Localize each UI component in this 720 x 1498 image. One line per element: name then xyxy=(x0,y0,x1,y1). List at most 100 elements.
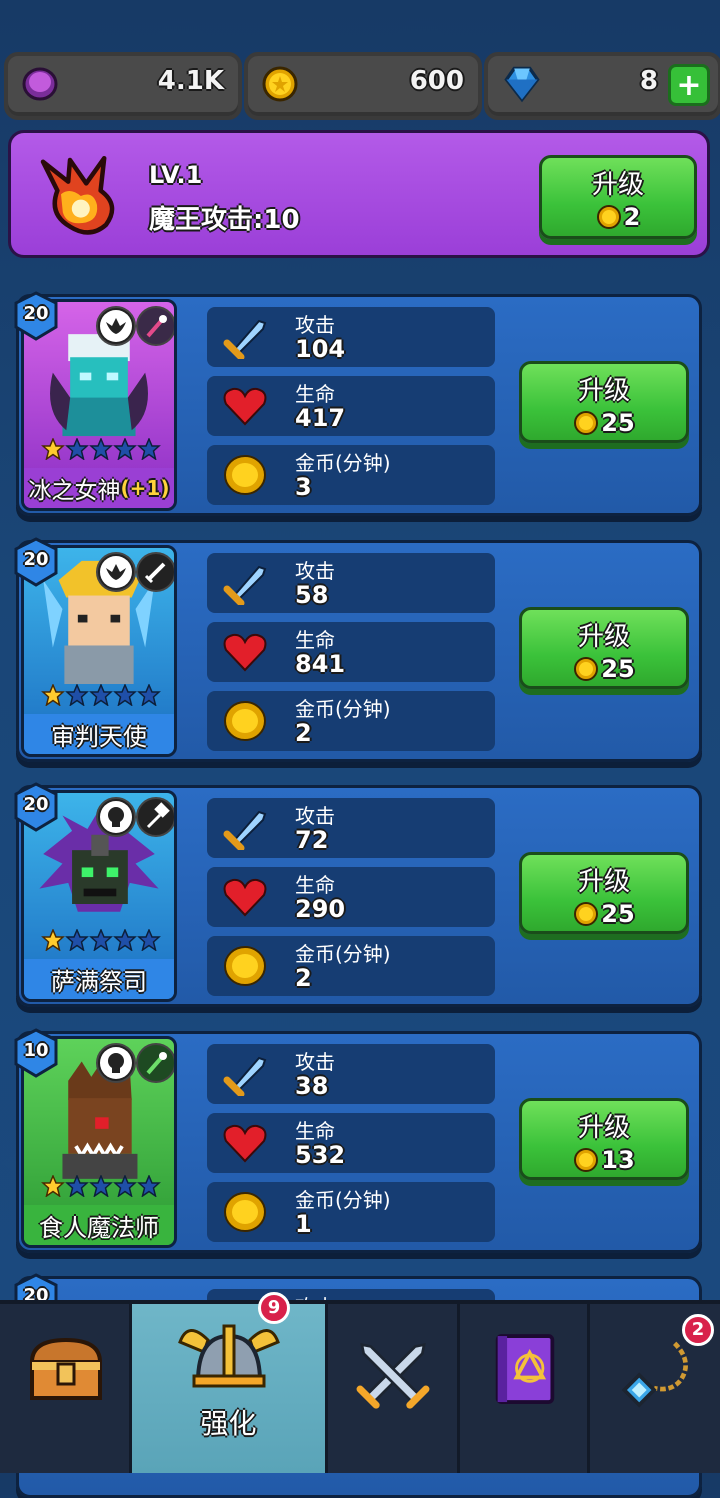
star-filled-icon xyxy=(41,929,65,951)
bottom-navigation: 强化 9 2 xyxy=(0,1292,720,1473)
gold-coin-icon xyxy=(262,66,298,102)
star-icons xyxy=(41,929,161,951)
hp-stat: 生命 417 xyxy=(207,376,495,436)
star-rating xyxy=(40,1175,164,1197)
notification-badge: 9 xyxy=(258,1292,290,1324)
star-empty-icon xyxy=(113,929,137,951)
add-gems-button[interactable]: + xyxy=(668,64,710,106)
star-filled-icon xyxy=(41,1175,65,1197)
star-icons xyxy=(41,438,161,460)
gem-value: 8 xyxy=(639,66,658,96)
gold-currency-display: 600 xyxy=(244,52,482,120)
star-empty-icon xyxy=(89,929,113,951)
hero-name-bonus: (+1) xyxy=(120,476,170,500)
sword-icon xyxy=(223,1056,267,1096)
star-empty-icon xyxy=(89,1175,113,1197)
star-empty-icon xyxy=(137,438,161,460)
star-empty-icon xyxy=(137,1175,161,1197)
star-filled-icon xyxy=(41,684,65,706)
boss-attack: 魔王攻击:10 xyxy=(149,205,300,235)
hero-upgrade-button[interactable]: 升级 25 xyxy=(519,361,689,443)
attack-stat: 攻击 38 xyxy=(207,1044,495,1104)
tab-battle[interactable] xyxy=(328,1304,460,1473)
purple-coin-value: 4.1K xyxy=(157,66,224,96)
heart-icon xyxy=(223,878,267,917)
star-empty-icon xyxy=(65,1175,89,1197)
hero-name-bar: 食人魔法师 xyxy=(24,1205,174,1245)
skull-class-icon xyxy=(96,1043,136,1083)
star-empty-icon xyxy=(65,684,89,706)
staff-weapon-icon xyxy=(136,306,174,346)
star-icons xyxy=(41,1175,161,1197)
hero-level-badge: 20 xyxy=(13,291,59,341)
star-rating xyxy=(40,438,164,460)
star-empty-icon xyxy=(137,929,161,951)
purple-coin-icon xyxy=(22,67,58,101)
boss-level: LV.1 xyxy=(149,161,203,189)
crossed-swords-icon xyxy=(356,1342,430,1409)
diamond-icon xyxy=(504,66,540,103)
star-empty-icon xyxy=(113,684,137,706)
hero-level-badge: 10 xyxy=(13,1028,59,1078)
star-empty-icon xyxy=(113,438,137,460)
skull-class-icon xyxy=(96,797,136,837)
tab-treasure[interactable] xyxy=(0,1304,132,1473)
gold-rate-stat: 金币(分钟) 1 xyxy=(207,1182,495,1242)
tab-spellbook[interactable] xyxy=(460,1304,590,1473)
sword-icon xyxy=(223,810,267,850)
gold-rate-stat: 金币(分钟) 2 xyxy=(207,691,495,751)
hero-upgrade-button[interactable]: 升级 13 xyxy=(519,1098,689,1180)
tab-upgrade[interactable]: 强化 9 xyxy=(132,1292,328,1473)
hero-level-badge: 20 xyxy=(13,782,59,832)
attack-stat: 攻击 58 xyxy=(207,553,495,613)
viking-helmet-icon xyxy=(178,1324,280,1388)
gold-coin-icon xyxy=(224,455,266,495)
attack-stat: 攻击 104 xyxy=(207,307,495,367)
gold-rate-stat: 金币(分钟) 3 xyxy=(207,445,495,505)
spell-book-icon xyxy=(495,1334,555,1404)
star-icons xyxy=(41,684,161,706)
star-empty-icon xyxy=(89,438,113,460)
hero-name-bar: 萨满祭司 xyxy=(24,959,174,999)
sword-icon xyxy=(223,319,267,359)
hero-name: 食人魔法师 xyxy=(39,1213,159,1242)
hp-stat: 生命 841 xyxy=(207,622,495,682)
star-rating xyxy=(40,929,164,951)
star-empty-icon xyxy=(113,1175,137,1197)
star-empty-icon xyxy=(65,929,89,951)
heart-icon xyxy=(223,387,267,426)
gold-coin-icon xyxy=(224,1192,266,1232)
gem-currency-display: 8 + xyxy=(484,52,720,120)
sword-icon xyxy=(223,565,267,605)
gold-coin-icon xyxy=(224,701,266,741)
boss-attack-banner: LV.1 魔王攻击:10 升级 2 xyxy=(8,130,710,258)
staff-weapon-icon xyxy=(136,1043,174,1083)
gold-coin-icon xyxy=(574,1148,599,1172)
gold-coin-icon xyxy=(574,657,599,681)
star-filled-icon xyxy=(41,438,65,460)
hero-name-bar: 冰之女神 (+1) xyxy=(24,468,174,508)
hero-name: 萨满祭司 xyxy=(51,967,147,996)
star-rating xyxy=(40,684,164,706)
heart-icon xyxy=(223,633,267,672)
attack-stat: 攻击 72 xyxy=(207,798,495,858)
hero-upgrade-button[interactable]: 升级 25 xyxy=(519,607,689,689)
hero-card: 食人魔法师 10 攻击 38 生命 532 金币(分钟) 1 升级 13 xyxy=(13,1028,702,1253)
upgrade-label: 升级 xyxy=(591,170,644,200)
tab-label: 强化 xyxy=(200,1407,257,1440)
star-empty-icon xyxy=(137,684,161,706)
tab-amulet[interactable]: 2 xyxy=(590,1304,720,1473)
gold-coin-value: 600 xyxy=(409,66,464,96)
purple-currency-display: 4.1K xyxy=(4,52,242,120)
hero-card: 冰之女神 (+1) 20 攻击 104 生命 417 金币(分钟) 3 升级 2… xyxy=(13,291,702,516)
hero-upgrade-button[interactable]: 升级 25 xyxy=(519,852,689,934)
hero-card: 萨满祭司 20 攻击 72 生命 290 金币(分钟) 2 升级 25 xyxy=(13,782,702,1007)
hero-name: 审判天使 xyxy=(51,722,147,751)
gold-rate-stat: 金币(分钟) 2 xyxy=(207,936,495,996)
heart-icon xyxy=(223,1124,267,1163)
notification-badge: 2 xyxy=(682,1314,714,1346)
hp-stat: 生命 290 xyxy=(207,867,495,927)
upgrade-cost: 2 xyxy=(542,203,694,231)
boss-upgrade-button[interactable]: 升级 2 xyxy=(539,155,697,239)
fireball-icon xyxy=(40,155,115,235)
